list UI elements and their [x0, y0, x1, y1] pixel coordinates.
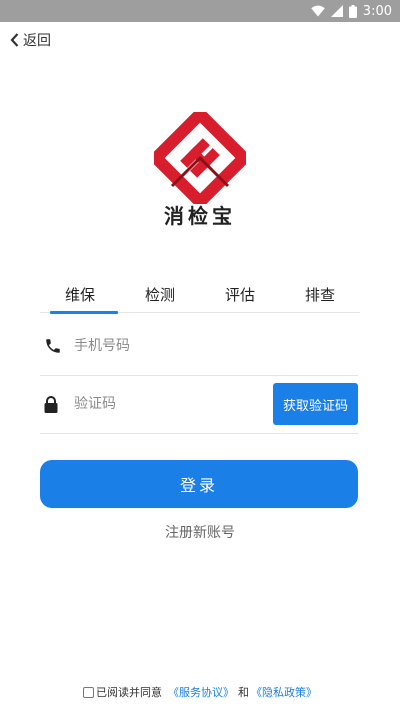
service-agreement-link[interactable]: 《服务协议》 [168, 684, 234, 700]
back-button[interactable]: 返回 [10, 30, 51, 50]
status-icons: 3:00 [310, 0, 392, 22]
register-link[interactable]: 注册新账号 [0, 522, 400, 542]
battery-icon [348, 4, 357, 18]
login-type-tabs: 维保 检测 评估 排查 [40, 280, 360, 314]
get-code-button[interactable]: 获取验证码 [273, 383, 358, 425]
agreement-checkbox[interactable] [83, 686, 94, 698]
back-label: 返回 [23, 33, 51, 49]
brand-name: 消检宝 [164, 204, 236, 228]
phone-icon [44, 337, 70, 355]
chevron-left-icon [10, 33, 19, 47]
status-time: 3:00 [362, 3, 392, 19]
status-bar: 3:00 [0, 0, 400, 22]
phone-field-row [40, 317, 358, 376]
brand-logo [154, 112, 246, 204]
tab-maintenance[interactable]: 维保 [40, 280, 120, 314]
tab-investigation[interactable]: 排查 [280, 280, 360, 312]
agreement-prefix: 已阅读并同意 [96, 686, 162, 699]
login-button[interactable]: 登录 [40, 460, 358, 508]
privacy-policy-link[interactable]: 《隐私政策》 [251, 684, 317, 700]
wifi-icon [310, 5, 325, 17]
tab-assessment[interactable]: 评估 [200, 280, 280, 312]
signal-icon [330, 5, 343, 17]
lock-icon [44, 395, 70, 413]
code-input[interactable] [74, 396, 273, 412]
agreement-connector: 和 [238, 686, 249, 699]
code-field-row: 获取验证码 [40, 375, 358, 434]
tab-inspection[interactable]: 检测 [120, 280, 200, 312]
agreement-row: 已阅读并同意 《服务协议》 和 《隐私政策》 [0, 684, 400, 700]
phone-input[interactable] [74, 338, 358, 354]
